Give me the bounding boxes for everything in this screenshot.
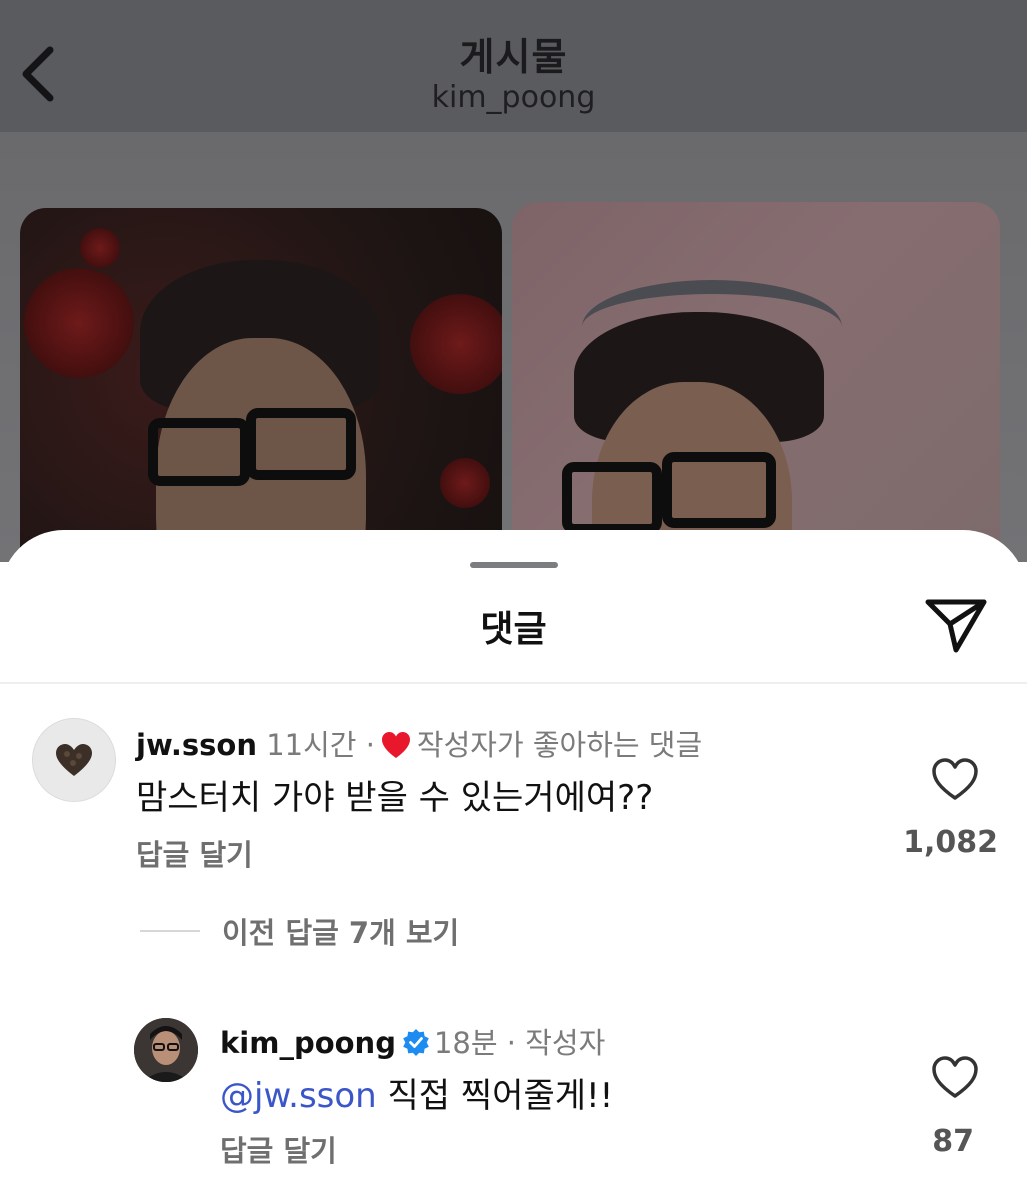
heart-icon: [932, 758, 978, 800]
avatar[interactable]: [134, 1018, 198, 1082]
reply-button[interactable]: 답글 달기: [220, 1128, 337, 1170]
meta-separator: ·: [506, 1026, 516, 1060]
comment-text: 맘스터치 가야 받을 수 있는거에여??: [136, 778, 654, 818]
photo-card-right: [512, 202, 1000, 562]
heart-photo-avatar-icon: [56, 744, 92, 776]
top-header: 게시물 kim_poong: [0, 0, 1027, 132]
reply-body: 직접 찍어줄게!!: [376, 1076, 614, 1116]
reply-username[interactable]: kim_poong: [220, 1026, 396, 1060]
heart-icon: [932, 1056, 978, 1098]
like-reply-button[interactable]: [930, 1054, 980, 1100]
photo-card-left: [20, 208, 502, 562]
like-count: 1,082: [903, 825, 998, 860]
comment-username[interactable]: jw.sson: [136, 728, 257, 762]
replies-divider-line: [140, 930, 200, 932]
reply-text: @jw.sson 직접 찍어줄게!!: [220, 1068, 613, 1117]
post-photo: [0, 132, 1027, 562]
comment-meta: jw.sson 11시간 · 작성자가 좋아하는 댓글: [136, 722, 702, 764]
author-badge: 작성자: [525, 1026, 606, 1060]
comments-sheet: 댓글 jw.sson 11시간 · 작성자가 좋아하는 댓글 맘스터치 가야 받…: [0, 530, 1027, 1200]
reply-time: 18분: [433, 1026, 498, 1060]
sheet-divider: [0, 682, 1027, 684]
creator-liked-badge: 작성자가 좋아하는 댓글: [416, 728, 703, 762]
share-button[interactable]: [922, 594, 990, 654]
page-title: 게시물: [459, 35, 568, 79]
profile-photo: [134, 1018, 198, 1082]
view-previous-replies-label: 이전 답글 7개 보기: [222, 916, 460, 950]
sheet-title: 댓글: [480, 609, 547, 650]
verified-icon: [403, 1029, 429, 1056]
share-icon: [925, 599, 987, 653]
like-comment-button[interactable]: [930, 756, 980, 802]
page-subtitle-username[interactable]: kim_poong: [0, 80, 1027, 115]
reply-button[interactable]: 답글 달기: [136, 832, 253, 874]
comment-time: 11시간: [266, 728, 357, 762]
mention-link[interactable]: @jw.sson: [220, 1076, 377, 1116]
heart-icon: [381, 732, 410, 758]
like-count: 87: [932, 1124, 974, 1159]
meta-separator: ·: [365, 728, 375, 762]
reply-meta: kim_poong 18분 · 작성자: [220, 1020, 605, 1062]
avatar[interactable]: [32, 718, 116, 802]
sheet-grabber-handle[interactable]: [470, 562, 558, 568]
